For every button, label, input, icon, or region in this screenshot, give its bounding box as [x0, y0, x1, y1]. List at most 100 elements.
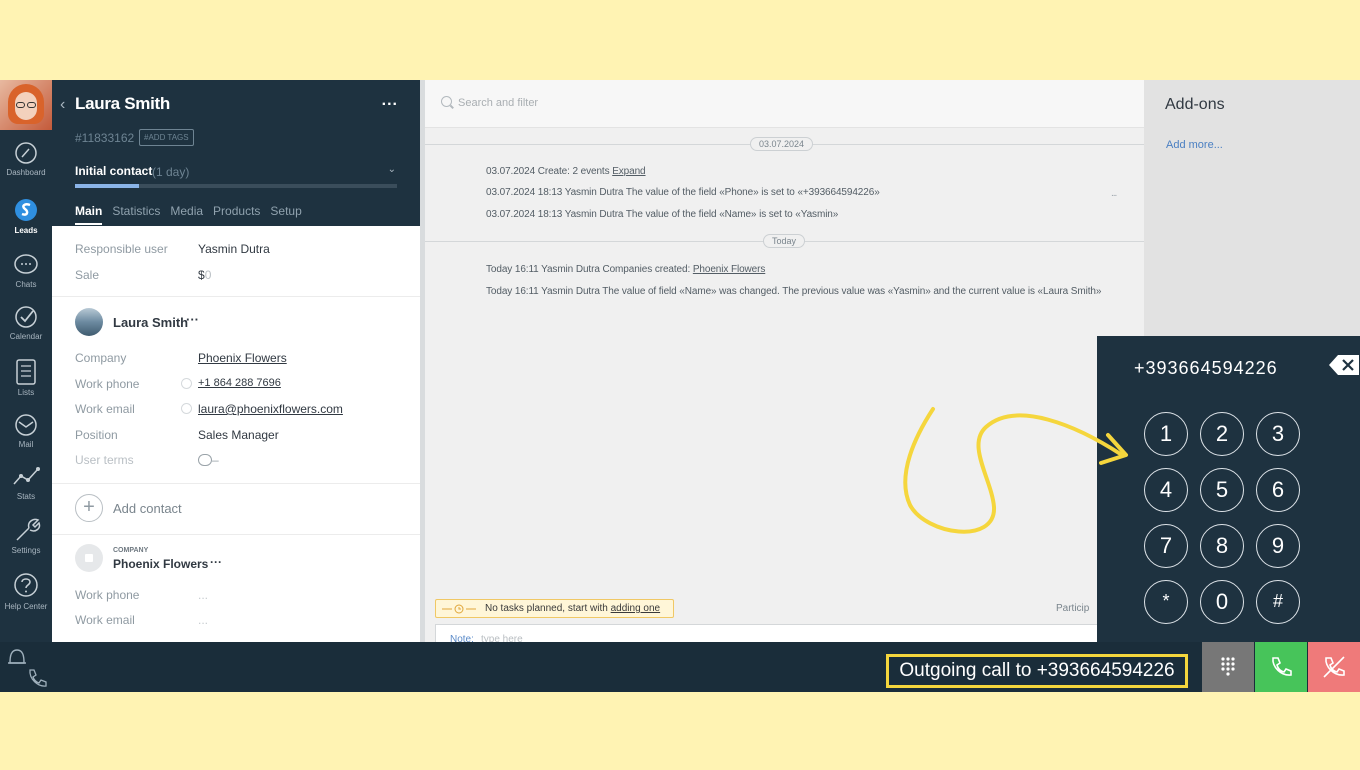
dial-key-4[interactable]: 4: [1144, 468, 1188, 512]
keypad-toggle-button[interactable]: [1202, 642, 1254, 692]
stage-duration: (1 day): [152, 165, 190, 179]
add-more-link[interactable]: Add more...: [1166, 139, 1223, 151]
back-chevron-icon[interactable]: ‹: [60, 96, 65, 114]
add-contact-button[interactable]: Add contact: [113, 501, 182, 516]
user-avatar[interactable]: [0, 80, 52, 130]
user-terms-toggle[interactable]: [198, 454, 212, 466]
nav-item-mail[interactable]: Mail: [0, 412, 52, 464]
nav-item-settings[interactable]: Settings: [0, 516, 52, 568]
divider: [52, 296, 420, 297]
addons-title: Add-ons: [1165, 96, 1225, 113]
activity-feed: Search and filter 03.07.2024 03.07.2024 …: [425, 80, 1144, 654]
dial-key-8[interactable]: 8: [1200, 524, 1244, 568]
field-label: Work email: [75, 402, 135, 416]
sale-value-field[interactable]: $0: [198, 268, 211, 282]
dial-key-0[interactable]: 0: [1200, 580, 1244, 624]
date-pill: 03.07.2024: [750, 137, 814, 151]
search-bar[interactable]: Search and filter: [425, 80, 1144, 128]
contact-avatar[interactable]: [75, 308, 103, 336]
nav-item-calendar[interactable]: Calendar: [0, 304, 52, 356]
tab-main[interactable]: Main: [75, 204, 103, 225]
company-link[interactable]: Phoenix Flowers: [198, 351, 287, 365]
work-phone-link[interactable]: +1 864 288 7696: [198, 377, 281, 389]
work-email-link[interactable]: laura@phoenixflowers.com: [198, 402, 343, 416]
settings-icon: [16, 518, 41, 541]
dial-key-hash[interactable]: #: [1256, 580, 1300, 624]
lists-icon: [16, 359, 36, 385]
nav-item-stats[interactable]: Stats: [0, 464, 52, 516]
company-more-button[interactable]: ···: [210, 555, 222, 569]
nav-label: Leads: [14, 226, 38, 235]
event-text: 03.07.2024 18:13 Yasmin Dutra The value …: [486, 187, 880, 198]
dial-key-6[interactable]: 6: [1256, 468, 1300, 512]
lead-more-button[interactable]: ...: [382, 92, 398, 110]
company-name[interactable]: Phoenix Flowers: [113, 557, 208, 571]
feed-event: 03.07.2024 18:13 Yasmin Dutra The value …: [486, 209, 838, 220]
nav-item-leads[interactable]: Leads: [0, 196, 52, 248]
event-text: Today 16:11 Yasmin Dutra The value of fi…: [486, 286, 1102, 297]
tab-products[interactable]: Products: [213, 204, 260, 223]
feed-event: Today 16:11 Yasmin Dutra The value of fi…: [486, 286, 1101, 297]
hang-up-button[interactable]: [1308, 642, 1360, 692]
company-work-email-value[interactable]: ...: [198, 613, 208, 627]
responsible-user-value[interactable]: Yasmin Dutra: [198, 242, 270, 256]
company-work-phone-value[interactable]: ...: [198, 588, 208, 602]
company-section-label: COMPANY: [113, 547, 149, 554]
nav-item-lists[interactable]: Lists: [0, 358, 52, 410]
dialed-number[interactable]: +393664594226: [1134, 358, 1278, 379]
dial-key-3[interactable]: 3: [1256, 412, 1300, 456]
email-type-icon[interactable]: [181, 403, 192, 414]
calendar-icon: [15, 306, 37, 328]
dial-key-9[interactable]: 9: [1256, 524, 1300, 568]
dialer-panel: +393664594226 1 2 3 4 5 6 7 8 9 * 0 #: [1097, 336, 1360, 642]
bell-icon[interactable]: [6, 646, 28, 670]
nav-label: Help Center: [4, 602, 48, 611]
date-separator: 03.07.2024: [425, 137, 1144, 151]
participants-label[interactable]: Particip: [1056, 603, 1089, 614]
contact-name[interactable]: Laura Smith: [113, 315, 188, 330]
phone-type-icon[interactable]: [181, 378, 192, 389]
dial-key-1[interactable]: 1: [1144, 412, 1188, 456]
add-task-link[interactable]: adding one: [611, 603, 661, 614]
chats-icon: [14, 254, 38, 274]
feed-event: 03.07.2024 Create: 2 events Expand: [486, 166, 646, 177]
lead-header: ‹ Laura Smith ... #11833162 #ADD TAGS In…: [52, 80, 420, 226]
position-value[interactable]: Sales Manager: [198, 428, 279, 442]
chevron-down-icon[interactable]: ⌄: [388, 164, 396, 175]
add-tags-button[interactable]: #ADD TAGS: [139, 129, 194, 146]
call-bar: Outgoing call to +393664594226: [0, 642, 1360, 692]
backspace-icon[interactable]: [1329, 354, 1359, 376]
stage-progress-fill: [75, 184, 140, 188]
lead-title[interactable]: Laura Smith: [75, 94, 170, 114]
dial-key-7[interactable]: 7: [1144, 524, 1188, 568]
phone-icon[interactable]: [26, 667, 48, 689]
pipeline-stage[interactable]: Initial contact: [75, 164, 152, 178]
contact-work-email-row: Work email laura@phoenixflowers.com: [75, 402, 343, 416]
tab-media[interactable]: Media: [170, 204, 203, 223]
event-more-button[interactable]: ...: [1111, 188, 1117, 199]
search-input[interactable]: Search and filter: [458, 97, 538, 109]
company-work-email-row: Work email ...: [75, 613, 208, 627]
clock-icon: [442, 604, 476, 614]
event-text: 03.07.2024 18:13 Yasmin Dutra The value …: [486, 209, 839, 220]
nav-item-dashboard[interactable]: Dashboard: [0, 140, 52, 192]
dashboard-icon: [15, 142, 37, 164]
tab-setup[interactable]: Setup: [270, 204, 301, 223]
dial-key-5[interactable]: 5: [1200, 468, 1244, 512]
answer-call-button[interactable]: [1255, 642, 1307, 692]
nav-item-chats[interactable]: Chats: [0, 252, 52, 304]
lead-tabs: Main Statistics Media Products Setup: [75, 204, 312, 226]
divider: [52, 483, 420, 484]
add-contact-plus-icon[interactable]: +: [75, 494, 103, 522]
dial-key-star[interactable]: *: [1144, 580, 1188, 624]
expand-link[interactable]: Expand: [612, 166, 645, 177]
event-text: Today 16:11 Yasmin Dutra Companies creat…: [486, 264, 691, 275]
company-link[interactable]: Phoenix Flowers: [693, 264, 766, 275]
tab-statistics[interactable]: Statistics: [112, 204, 160, 223]
contact-more-button[interactable]: ···: [186, 312, 199, 327]
dial-key-2[interactable]: 2: [1200, 412, 1244, 456]
field-label: Company: [75, 351, 127, 365]
nav-item-help-center[interactable]: Help Center: [0, 572, 52, 624]
divider: [52, 534, 420, 535]
left-nav: Dashboard Leads Chats Calendar Lists Mai…: [0, 80, 52, 642]
